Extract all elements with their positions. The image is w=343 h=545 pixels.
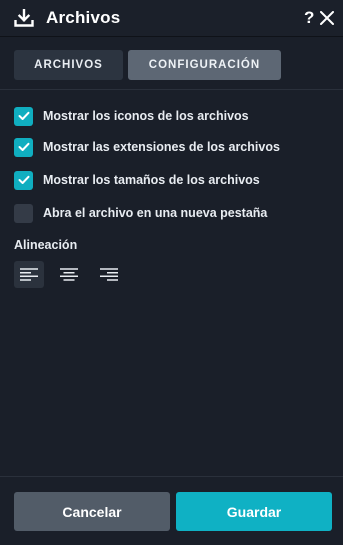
option-open-new-tab[interactable]: Abra el archivo en una nueva pestaña [14,203,334,223]
align-left-icon [20,268,38,281]
checkmark-icon [18,111,29,120]
tab-configuracion[interactable]: CONFIGURACIÓN [128,50,281,80]
panel-title: Archivos [46,8,121,27]
option-show-sizes[interactable]: Mostrar los tamaños de los archivos [14,170,334,190]
align-right-button[interactable] [94,261,124,288]
help-button[interactable]: ? [304,8,314,28]
download-icon [14,9,34,27]
checkbox-open-new-tab[interactable] [14,203,33,223]
option-show-extensions[interactable]: Mostrar las extensiones de los archivos [14,137,334,157]
close-icon[interactable] [320,11,334,25]
checkbox-show-icons[interactable] [14,106,33,126]
tab-archivos[interactable]: ARCHIVOS [14,50,123,80]
checkmark-icon [18,142,29,151]
align-center-icon [60,268,78,281]
cancel-button[interactable]: Cancelar [14,492,170,531]
tab-bar: ARCHIVOS CONFIGURACIÓN [0,38,343,90]
option-label: Mostrar las extensiones de los archivos [43,140,280,154]
panel-footer: Cancelar Guardar [0,476,343,545]
align-right-icon [100,268,118,281]
checkbox-show-sizes[interactable] [14,170,33,190]
option-show-icons[interactable]: Mostrar los iconos de los archivos [14,106,334,126]
panel-header: Archivos ? [0,0,343,37]
checkbox-show-extensions[interactable] [14,137,33,157]
save-button[interactable]: Guardar [176,492,332,531]
option-label: Mostrar los iconos de los archivos [43,109,249,123]
checkmark-icon [18,175,29,184]
align-center-button[interactable] [54,261,84,288]
files-panel: Archivos ? ARCHIVOS CONFIGURACIÓN Mostra… [0,0,343,545]
option-label: Abra el archivo en una nueva pestaña [43,206,268,220]
option-label: Mostrar los tamaños de los archivos [43,173,260,187]
alignment-title: Alineación [14,238,78,252]
align-left-button[interactable] [14,261,44,288]
